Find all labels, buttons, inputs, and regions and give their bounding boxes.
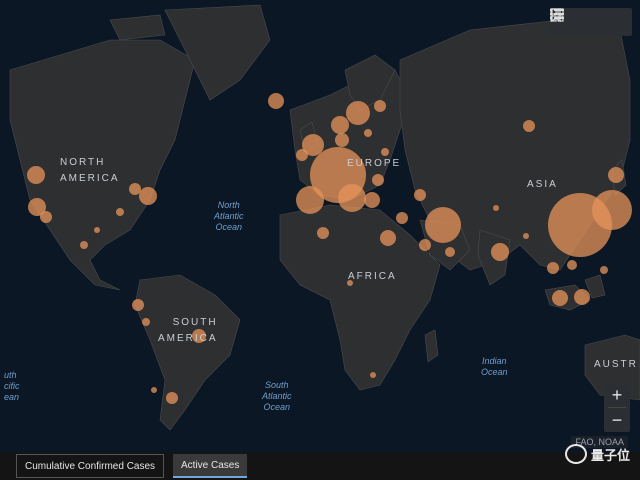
- label-asia: ASIA: [527, 179, 558, 190]
- map-toolbar: [550, 8, 632, 36]
- label-north-america: NORTH AMERICA: [60, 157, 120, 184]
- tab-bar: Cumulative Confirmed Cases Active Cases: [0, 452, 640, 480]
- watermark-text: 量子位: [590, 447, 630, 463]
- label-south-america: SOUTH AMERICA: [158, 317, 218, 344]
- tab-active-cases[interactable]: Active Cases: [173, 454, 248, 478]
- label-south-atlantic: South Atlantic Ocean: [262, 380, 292, 412]
- zoom-out-button[interactable]: −: [604, 408, 630, 432]
- world-basemap: [9, 4, 640, 431]
- label-africa: AFRICA: [348, 271, 397, 282]
- label-europe: EUROPE: [347, 158, 402, 169]
- tab-cumulative-confirmed-cases[interactable]: Cumulative Confirmed Cases: [16, 454, 165, 478]
- qr-grid-icon[interactable]: [550, 8, 628, 32]
- label-north-atlantic: North Atlantic Ocean: [214, 200, 244, 232]
- label-indian-ocean: Indian Ocean: [481, 356, 508, 377]
- map-view[interactable]: NORTH AMERICA EUROPE ASIA AFRICA SOUTH A…: [0, 0, 640, 452]
- label-pacific: uth cific ean: [4, 370, 20, 402]
- list-icon[interactable]: [550, 9, 601, 32]
- watermark-logo-icon: [564, 444, 587, 464]
- watermark: 量子位: [564, 444, 630, 464]
- zoom-in-button[interactable]: +: [604, 383, 630, 407]
- label-australia: AUSTR: [594, 359, 638, 370]
- zoom-control: + −: [604, 383, 630, 432]
